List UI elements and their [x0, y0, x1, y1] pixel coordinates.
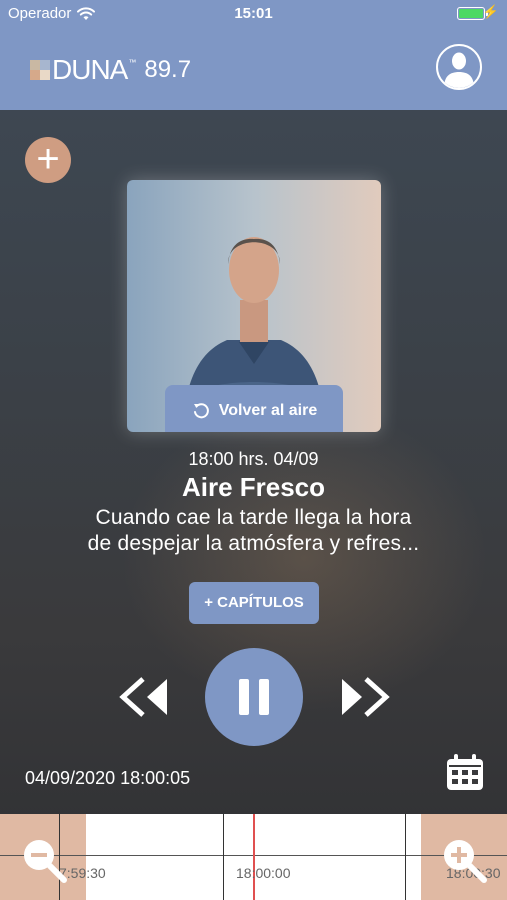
current-timestamp: 04/09/2020 18:00:05 — [25, 768, 191, 788]
timeline-label: 18:00:00 — [236, 865, 291, 881]
add-button[interactable]: + — [25, 137, 71, 183]
zoom-out-icon[interactable] — [20, 836, 68, 884]
zoom-in-icon[interactable] — [440, 836, 488, 884]
replay-icon — [193, 403, 209, 419]
show-cover: Volver al aire — [127, 180, 381, 432]
timeline-tick — [223, 814, 224, 900]
chapters-button[interactable]: + CAPÍTULOS — [189, 582, 319, 624]
timeline-scrubber[interactable]: 7:59:30 18:00:00 18:00:30 — [0, 814, 507, 900]
show-description-line: Cuando cae la tarde llega la hora — [95, 506, 412, 529]
app-header: DUNA ™ 89.7 — [0, 28, 507, 110]
radio-player-screen: Operador 15:01 ⚡ DUNA ™ 89.7 + Volver al… — [0, 0, 507, 900]
profile-button[interactable] — [436, 44, 482, 90]
profile-icon — [444, 52, 474, 88]
fast-forward-icon[interactable] — [338, 675, 392, 719]
calendar-icon[interactable] — [445, 752, 485, 792]
status-bar: Operador 15:01 ⚡ — [0, 0, 507, 28]
show-description-line: de despejar la atmósfera y refres... — [87, 532, 420, 555]
charging-icon: ⚡ — [482, 4, 499, 19]
status-time: 15:01 — [234, 5, 273, 22]
show-datetime: 18:00 hrs. 04/09 — [188, 449, 319, 469]
station-frequency: 89.7 — [144, 56, 192, 83]
logo-mark — [30, 60, 50, 80]
timeline-tick — [405, 814, 406, 900]
battery-icon — [457, 7, 488, 20]
current-position-marker — [253, 814, 255, 900]
battery-fill — [459, 9, 483, 18]
show-description: Cuando cae la tarde llega la hora de des… — [50, 505, 457, 557]
logo-name: DUNA — [52, 54, 128, 85]
logo-trademark: ™ — [128, 58, 137, 67]
station-logo: DUNA ™ 89.7 — [30, 54, 191, 86]
back-to-live-label: Volver al aire — [218, 402, 318, 419]
show-title: Aire Fresco — [181, 472, 326, 502]
back-to-live-button[interactable]: Volver al aire — [165, 385, 343, 432]
pause-button[interactable] — [205, 648, 303, 746]
plus-icon: + — [36, 137, 60, 181]
rewind-icon[interactable] — [117, 675, 171, 719]
